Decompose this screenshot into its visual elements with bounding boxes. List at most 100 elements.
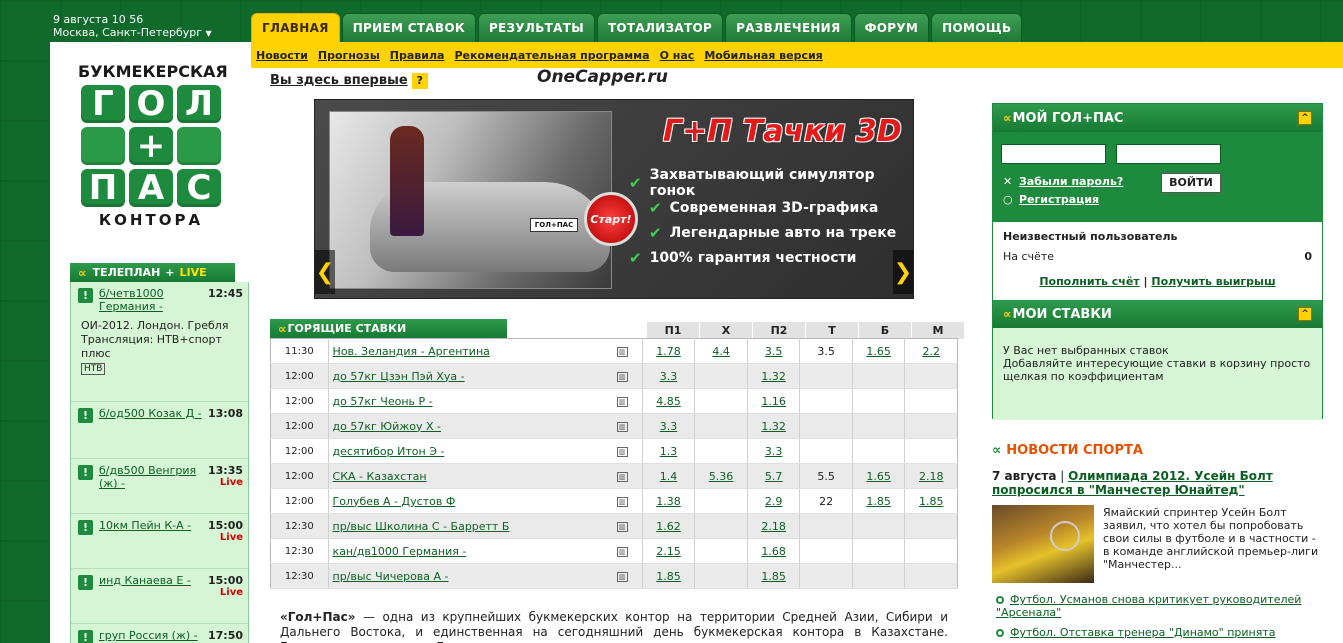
odds-link[interactable]: 1.32 [761, 420, 786, 433]
odds-link[interactable]: 2.15 [656, 545, 681, 558]
bet-event-link[interactable]: кан/дв1000 Германия - [333, 545, 467, 558]
bet-event-link[interactable]: до 57кг Цзэн Пэй Хуа - [333, 370, 465, 383]
first-time-link[interactable]: Вы здесь впервые? [270, 73, 428, 89]
tab-help[interactable]: ПОМОЩЬ [931, 13, 1023, 42]
bet-event-link[interactable]: СКА - Казахстан [333, 470, 427, 483]
password-input[interactable] [1116, 144, 1221, 164]
bet-stats[interactable]: ▥ [602, 538, 643, 564]
odds-link[interactable]: 1.32 [761, 370, 786, 383]
odds-link[interactable]: 1.85 [866, 495, 891, 508]
news-thumbnail[interactable] [992, 505, 1094, 583]
odds-link[interactable]: 1.68 [761, 545, 786, 558]
tvplan-event-link[interactable]: б/четв1000 Германия - [99, 287, 211, 313]
odds-link[interactable]: 2.18 [919, 470, 944, 483]
tvplan-item[interactable]: ! б/од500 Козак Д - 13:08 [71, 402, 248, 459]
bet-stats[interactable]: ▥ [602, 438, 643, 464]
tab-bets[interactable]: ПРИЕМ СТАВОК [341, 13, 476, 42]
odds-link[interactable]: 1.65 [866, 345, 891, 358]
tvplan-item[interactable]: ! б/четв1000 Германия - 12:45 ОИ-2012. Л… [71, 282, 248, 402]
site-logo[interactable]: БУКМЕКЕРСКАЯ Г О Л + П А С КОНТОРА [78, 62, 228, 229]
odds-link[interactable]: 2.18 [761, 520, 786, 533]
brand-oo-icon: ∝ [992, 442, 1001, 458]
odds-link[interactable]: 1.65 [866, 470, 891, 483]
subnav-news[interactable]: Новости [256, 49, 308, 62]
odds-link[interactable]: 4.4 [712, 345, 730, 358]
subnav-rules[interactable]: Правила [390, 49, 445, 62]
withdraw-link[interactable]: Получить выигрыш [1151, 275, 1275, 288]
odds-link[interactable]: 2.2 [922, 345, 940, 358]
alert-icon: ! [78, 575, 93, 590]
topup-link[interactable]: Пополнить счёт [1039, 275, 1139, 288]
tvplan-event-link[interactable]: инд Канаева Е - [99, 574, 211, 587]
collapse-icon[interactable]: ^ [1298, 111, 1312, 125]
banner-next-arrow-icon[interactable]: ❯ [893, 250, 913, 294]
tvplan-event-link[interactable]: 10км Пейн К-А - [99, 519, 211, 532]
odds-link[interactable]: 3.5 [765, 345, 783, 358]
tab-forum[interactable]: ФОРУМ [853, 13, 930, 42]
odds-link[interactable]: 3.3 [660, 370, 678, 383]
odds-link[interactable]: 1.78 [656, 345, 681, 358]
news-item[interactable]: Футбол. Отставка тренера "Динамо" принят… [996, 626, 1323, 639]
news-item[interactable]: Футбол. Усманов снова критикует руководи… [996, 593, 1323, 619]
bet-event-link[interactable]: до 57кг Юйжоу Х - [333, 420, 441, 433]
odds-link[interactable]: 3.3 [660, 420, 678, 433]
bet-event-link[interactable]: пр/выс Школина С - Барретт Б [333, 520, 510, 533]
tvplan-event-link[interactable]: груп Россия (ж) - [99, 629, 211, 642]
odds-link[interactable]: 3.3 [765, 445, 783, 458]
brand-oo-icon: ∝ [1003, 307, 1011, 321]
login-input[interactable] [1001, 144, 1106, 164]
tvplan-event-link[interactable]: б/дв500 Венгрия (ж) - [99, 464, 211, 490]
odds-link[interactable]: 2.9 [765, 495, 783, 508]
bet-stats[interactable]: ▥ [602, 513, 643, 539]
odds-link[interactable]: 1.85 [919, 495, 944, 508]
tab-totalizator[interactable]: ТОТАЛИЗАТОР [596, 13, 724, 42]
odds-link[interactable]: 4.85 [656, 395, 681, 408]
tab-main[interactable]: ГЛАВНАЯ [251, 13, 340, 42]
promo-banner[interactable]: ГОЛ+ПАС Старт! Г+П Тачки 3D ✔ Захватывающ… [314, 99, 914, 299]
collapse-icon[interactable]: ^ [1298, 307, 1312, 321]
banner-prev-arrow-icon[interactable]: ❮ [315, 250, 335, 294]
odds-link[interactable]: 1.16 [761, 395, 786, 408]
bet-event-link[interactable]: Нов. Зеландия - Аргентина [333, 345, 490, 358]
bet-time: 12:30 [270, 513, 329, 539]
subnav-mobile[interactable]: Мобильная версия [704, 49, 822, 62]
news-link[interactable]: Футбол. Отставка тренера "Динамо" принят… [1010, 626, 1276, 639]
subnav-forecasts[interactable]: Прогнозы [318, 49, 380, 62]
bet-stats[interactable]: ▥ [602, 488, 643, 514]
odds-link[interactable]: 1.3 [660, 445, 678, 458]
help-icon[interactable]: ? [411, 73, 428, 89]
tvplan-item[interactable]: ! инд Канаева Е - 15:00 Live [71, 569, 248, 624]
bet-event-link[interactable]: Голубев А - Дустов Ф [333, 495, 456, 508]
subnav-referral[interactable]: Рекомендательная программа [454, 49, 649, 62]
tvplan-item[interactable]: ! б/дв500 Венгрия (ж) - 13:35 Live [71, 459, 248, 514]
bet-stats[interactable]: ▥ [602, 563, 643, 589]
register-link[interactable]: ○ Регистрация [1003, 193, 1099, 206]
city-selector[interactable]: Москва, Санкт-Петербург ▼ [53, 26, 212, 40]
odds-link[interactable]: 5.36 [709, 470, 734, 483]
bet-event-link[interactable]: до 57кг Чеонь Р - [333, 395, 433, 408]
stats-icon: ▥ [616, 546, 628, 557]
odds-link[interactable]: 1.85 [761, 570, 786, 583]
odds-link[interactable]: 1.38 [656, 495, 681, 508]
bet-event-link[interactable]: десятибор Итон Э - [333, 445, 445, 458]
bet-stats[interactable]: ▥ [602, 388, 643, 414]
odds-link[interactable]: 1.4 [660, 470, 678, 483]
odds-cell-m [904, 538, 958, 564]
tab-entertainment[interactable]: РАЗВЛЕЧЕНИЯ [725, 13, 852, 42]
bet-stats[interactable]: ▥ [602, 413, 643, 439]
forgot-password-link[interactable]: ✕ Забыли пароль? [1003, 175, 1123, 188]
odds-link[interactable]: 1.62 [656, 520, 681, 533]
bet-stats[interactable]: ▥ [602, 463, 643, 489]
subnav-about[interactable]: О нас [660, 49, 695, 62]
tvplan-item[interactable]: ! груп Россия (ж) - 17:50 [71, 624, 248, 643]
tab-results[interactable]: РЕЗУЛЬТАТЫ [477, 13, 595, 42]
tvplan-event-link[interactable]: б/од500 Козак Д - [99, 407, 211, 420]
bet-stats[interactable]: ▥ [602, 338, 643, 364]
tvplan-item[interactable]: ! 10км Пейн К-А - 15:00 Live [71, 514, 248, 569]
bet-stats[interactable]: ▥ [602, 363, 643, 389]
odds-link[interactable]: 1.85 [656, 570, 681, 583]
odds-link[interactable]: 5.7 [765, 470, 783, 483]
login-button[interactable]: ВОЙТИ [1161, 173, 1221, 193]
news-link[interactable]: Футбол. Усманов снова критикует руководи… [996, 593, 1301, 619]
bet-event-link[interactable]: пр/выс Чичерова А - [333, 570, 449, 583]
